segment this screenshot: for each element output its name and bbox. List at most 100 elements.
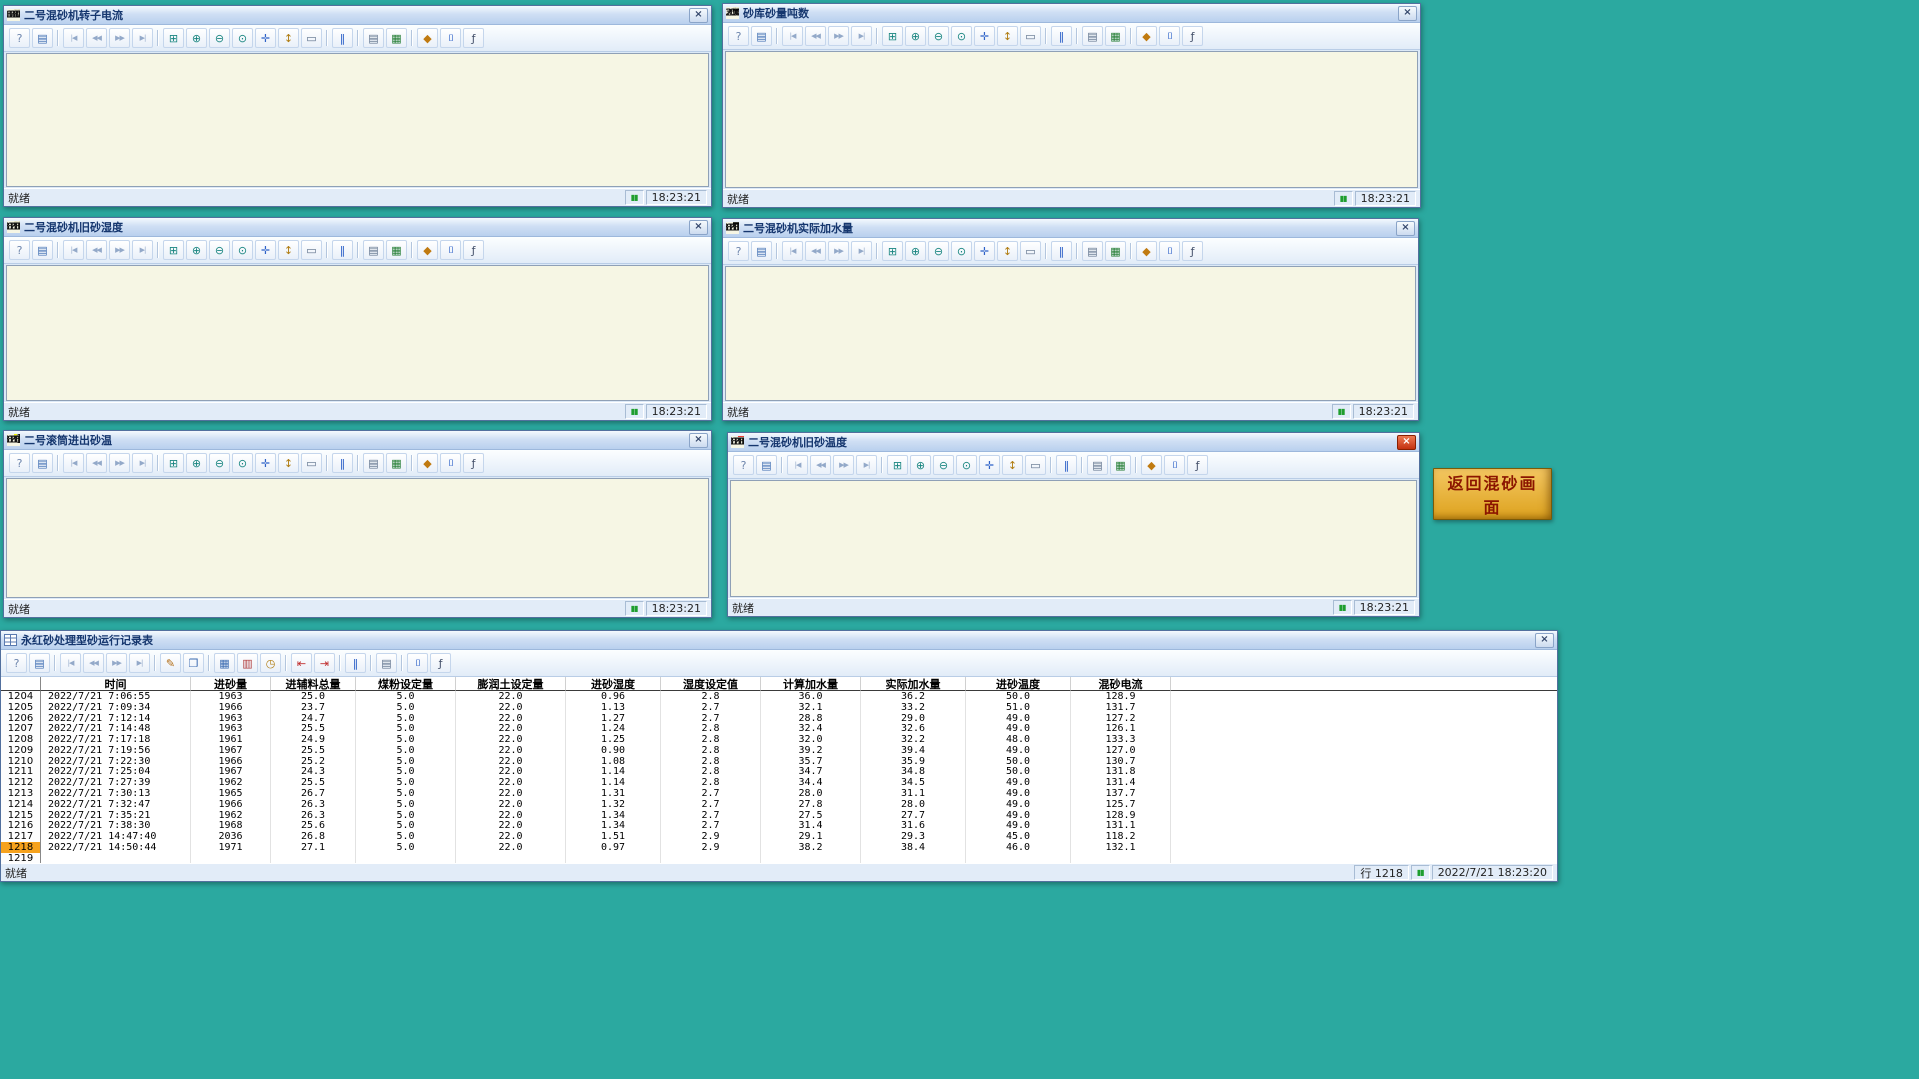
- print-icon[interactable]: ▤: [363, 240, 384, 260]
- last-record-icon[interactable]: ▶|: [132, 28, 153, 48]
- add-marker-icon[interactable]: ◆: [417, 453, 438, 473]
- last-record-icon[interactable]: ▶|: [129, 653, 150, 673]
- export-data-icon[interactable]: ▦: [386, 240, 407, 260]
- copy-icon[interactable]: ❐: [183, 653, 204, 673]
- close-button[interactable]: ×: [1398, 6, 1417, 21]
- zoom-reset-icon[interactable]: ⊙: [232, 453, 253, 473]
- export-chart-icon[interactable]: ▤: [32, 28, 53, 48]
- row-number-cell[interactable]: 1212: [1, 777, 41, 788]
- first-record-icon[interactable]: |◀: [782, 26, 803, 46]
- print-icon[interactable]: ▤: [363, 28, 384, 48]
- titlebar[interactable]: 05010015020025030:0017:35:0017:40:0017:4…: [4, 6, 711, 25]
- y-scale-icon[interactable]: ↕: [278, 240, 299, 260]
- help-icon[interactable]: ?: [6, 653, 27, 673]
- titlebar[interactable]: 50.075.0100.0125.0150.07:54:0017:57:0018…: [4, 431, 711, 450]
- pan-icon[interactable]: ✛: [255, 453, 276, 473]
- zoom-out-icon[interactable]: ⊖: [933, 455, 954, 475]
- row-number-cell[interactable]: 1207: [1, 723, 41, 734]
- zoom-reset-icon[interactable]: ⊙: [951, 26, 972, 46]
- pause-icon[interactable]: ‖: [332, 28, 353, 48]
- first-record-icon[interactable]: |◀: [60, 653, 81, 673]
- help-icon[interactable]: ?: [733, 455, 754, 475]
- help-icon[interactable]: ?: [728, 26, 749, 46]
- last-record-icon[interactable]: ▶|: [132, 453, 153, 473]
- chart-plot-area[interactable]: [6, 265, 709, 401]
- pause-icon[interactable]: ‖: [1051, 26, 1072, 46]
- pan-icon[interactable]: ✛: [979, 455, 1000, 475]
- print-icon[interactable]: ▤: [1082, 241, 1103, 261]
- zoom-reset-icon[interactable]: ⊙: [232, 28, 253, 48]
- next-page-icon[interactable]: ▶▶: [833, 455, 854, 475]
- zoom-in-icon[interactable]: ⊕: [905, 26, 926, 46]
- prev-page-icon[interactable]: ◀◀: [805, 241, 826, 261]
- next-page-icon[interactable]: ▶▶: [106, 653, 127, 673]
- next-page-icon[interactable]: ▶▶: [109, 240, 130, 260]
- pan-icon[interactable]: ✛: [974, 26, 995, 46]
- column-header[interactable]: 湿度设定值: [661, 677, 761, 691]
- zoom-region-icon[interactable]: ⊞: [163, 28, 184, 48]
- zoom-out-icon[interactable]: ⊖: [209, 28, 230, 48]
- normal-view-icon[interactable]: ▭: [301, 453, 322, 473]
- add-marker-icon[interactable]: ◆: [1141, 455, 1162, 475]
- column-header[interactable]: 进砂量: [191, 677, 271, 691]
- pan-icon[interactable]: ✛: [255, 28, 276, 48]
- jump-first-icon[interactable]: ⇤: [291, 653, 312, 673]
- pause-icon[interactable]: ‖: [1051, 241, 1072, 261]
- titlebar[interactable]: 20406020:00:002:00:008:00:0014:00:0020:0…: [723, 4, 1420, 23]
- zoom-region-icon[interactable]: ⊞: [163, 240, 184, 260]
- export-data-icon[interactable]: ▦: [1105, 241, 1126, 261]
- normal-view-icon[interactable]: ▭: [301, 28, 322, 48]
- interval-icon[interactable]: []: [440, 240, 461, 260]
- row-number-cell[interactable]: 1204: [1, 691, 41, 702]
- column-header[interactable]: 计算加水量: [761, 677, 861, 691]
- print-icon[interactable]: ▤: [1082, 26, 1103, 46]
- chart-plot-area[interactable]: [6, 53, 709, 187]
- titlebar[interactable]: 20.040.060.017:54:0017:57:0018:00:0018:0…: [723, 219, 1418, 238]
- zoom-reset-icon[interactable]: ⊙: [956, 455, 977, 475]
- row-number-cell[interactable]: 1216: [1, 821, 41, 832]
- help-icon[interactable]: ?: [9, 28, 30, 48]
- formula-icon[interactable]: ƒ: [463, 453, 484, 473]
- row-number-cell[interactable]: 1213: [1, 788, 41, 799]
- normal-view-icon[interactable]: ▭: [1020, 241, 1041, 261]
- prev-page-icon[interactable]: ◀◀: [810, 455, 831, 475]
- prev-page-icon[interactable]: ◀◀: [86, 240, 107, 260]
- row-number-cell[interactable]: 1211: [1, 767, 41, 778]
- zoom-out-icon[interactable]: ⊖: [209, 240, 230, 260]
- column-header[interactable]: 进辅料总量: [271, 677, 356, 691]
- add-marker-icon[interactable]: ◆: [417, 28, 438, 48]
- zoom-region-icon[interactable]: ⊞: [882, 241, 903, 261]
- interval-icon[interactable]: []: [440, 453, 461, 473]
- export-chart-icon[interactable]: ▤: [751, 26, 772, 46]
- grid-view-icon[interactable]: ▦: [214, 653, 235, 673]
- pan-icon[interactable]: ✛: [255, 240, 276, 260]
- row-number-cell[interactable]: 1206: [1, 713, 41, 724]
- jump-last-icon[interactable]: ⇥: [314, 653, 335, 673]
- row-number-cell[interactable]: 1217: [1, 831, 41, 842]
- column-header[interactable]: 膨润土设定量: [456, 677, 566, 691]
- next-page-icon[interactable]: ▶▶: [828, 241, 849, 261]
- zoom-region-icon[interactable]: ⊞: [887, 455, 908, 475]
- zoom-out-icon[interactable]: ⊖: [209, 453, 230, 473]
- export-chart-icon[interactable]: ▤: [29, 653, 50, 673]
- chart-plot-area[interactable]: [725, 51, 1418, 188]
- first-record-icon[interactable]: |◀: [782, 241, 803, 261]
- row-number-cell[interactable]: 1214: [1, 799, 41, 810]
- chart-plot-area[interactable]: [6, 478, 709, 598]
- formula-icon[interactable]: ƒ: [1182, 241, 1203, 261]
- column-header[interactable]: 进砂湿度: [566, 677, 661, 691]
- next-page-icon[interactable]: ▶▶: [109, 453, 130, 473]
- help-icon[interactable]: ?: [9, 240, 30, 260]
- y-scale-icon[interactable]: ↕: [997, 241, 1018, 261]
- normal-view-icon[interactable]: ▭: [1025, 455, 1046, 475]
- formula-icon[interactable]: ƒ: [463, 28, 484, 48]
- zoom-in-icon[interactable]: ⊕: [905, 241, 926, 261]
- print-icon[interactable]: ▤: [376, 653, 397, 673]
- export-chart-icon[interactable]: ▤: [32, 240, 53, 260]
- help-icon[interactable]: ?: [728, 241, 749, 261]
- export-chart-icon[interactable]: ▤: [751, 241, 772, 261]
- formula-icon[interactable]: ƒ: [430, 653, 451, 673]
- titlebar[interactable]: 1237:54:0017:57:0018:00:0018:03:0018:06:…: [4, 218, 711, 237]
- zoom-out-icon[interactable]: ⊖: [928, 241, 949, 261]
- zoom-out-icon[interactable]: ⊖: [928, 26, 949, 46]
